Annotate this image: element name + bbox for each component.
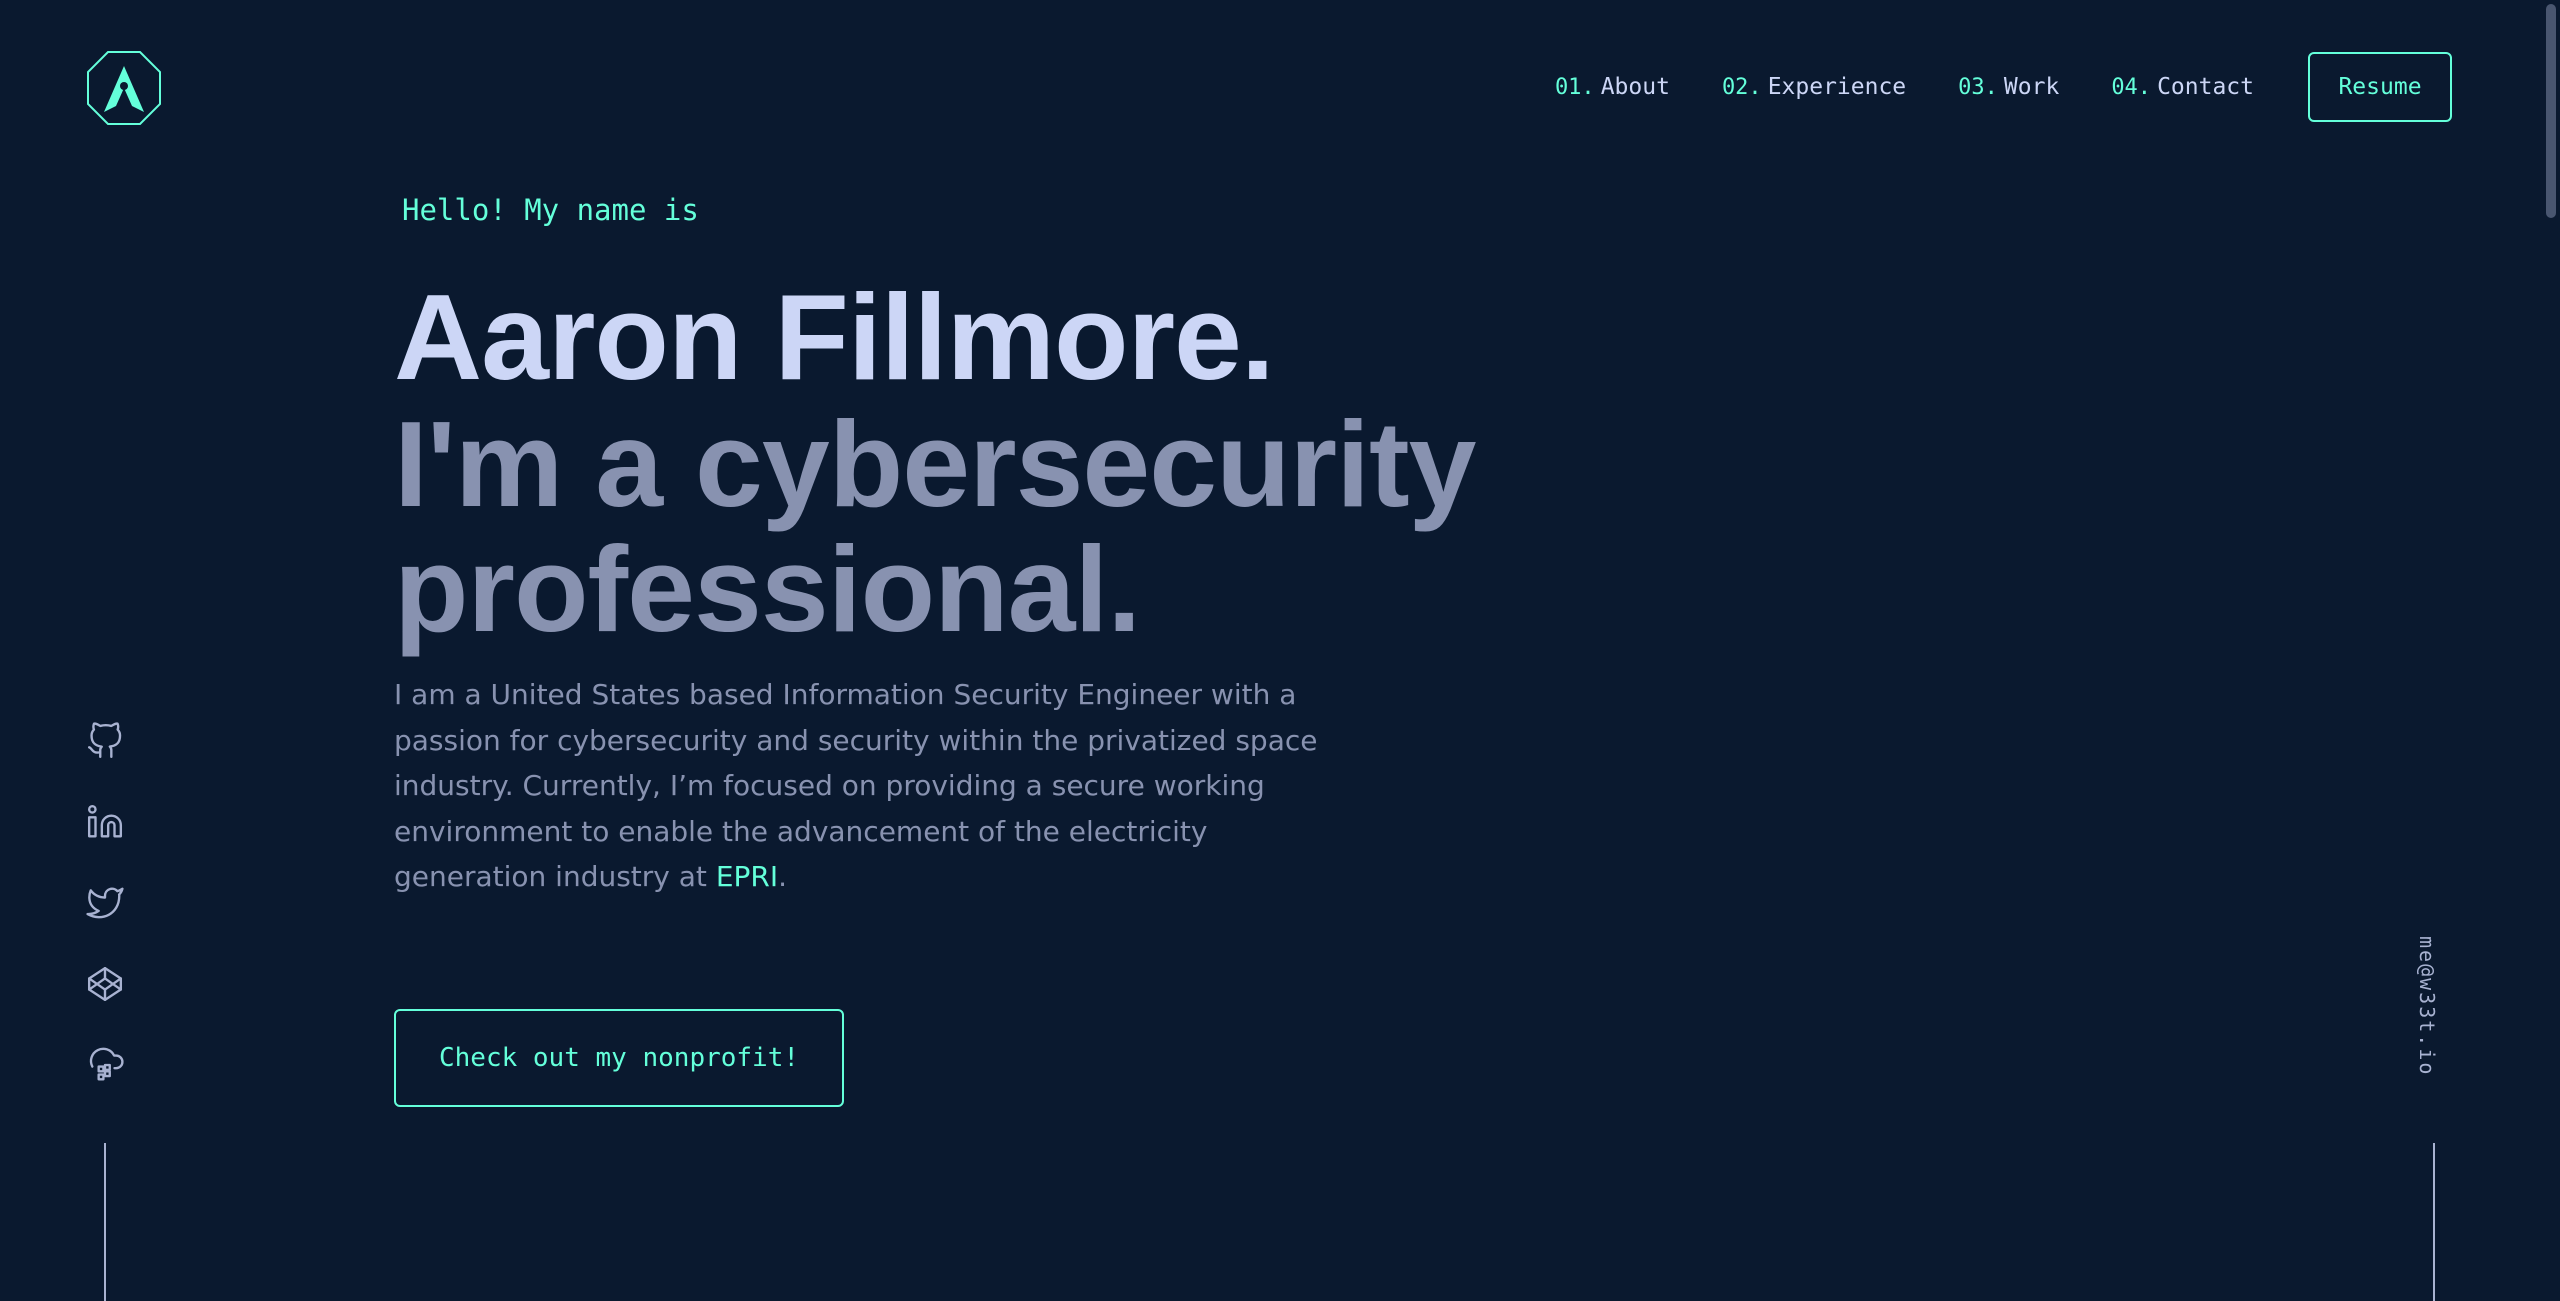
nav-label: About (1600, 74, 1670, 100)
hero-greeting: Hello! My name is (402, 193, 699, 227)
bio-text: I am a United States based Information S… (394, 678, 1318, 893)
hero-name: Aaron Fillmore. (394, 269, 1275, 405)
nav-link-experience[interactable]: 02. Experience (1722, 74, 1906, 100)
nav-number: 04. (2111, 75, 2152, 100)
hero-bio: I am a United States based Information S… (394, 672, 1354, 900)
social-links (84, 720, 126, 1125)
left-divider-line (104, 1143, 106, 1301)
hero-tagline: I'm a cybersecurity professional. (394, 396, 1477, 657)
twitter-link[interactable] (84, 882, 126, 924)
github-link[interactable] (84, 720, 126, 762)
bio-end: . (778, 860, 788, 893)
github-icon (87, 722, 122, 759)
page: 01. About 02. Experience 03. Work 04. Co… (0, 0, 2560, 1301)
nav-link-work[interactable]: 03. Work (1958, 74, 2059, 100)
nav-label: Contact (2157, 74, 2254, 100)
email-link[interactable]: me@w33t.io (2415, 936, 2439, 1076)
logo-icon (87, 51, 161, 125)
linkedin-link[interactable] (84, 801, 126, 843)
nav-link-contact[interactable]: 04. Contact (2111, 74, 2254, 100)
right-divider-line (2433, 1143, 2435, 1301)
nav-label: Work (2003, 74, 2060, 100)
twitter-icon (86, 887, 124, 919)
nonprofit-button[interactable]: Check out my nonprofit! (394, 1009, 844, 1107)
cloud-link[interactable] (84, 1044, 126, 1086)
logo[interactable] (86, 50, 162, 126)
top-nav: 01. About 02. Experience 03. Work 04. Co… (1503, 52, 2452, 122)
codepen-icon (87, 966, 123, 1002)
nav-link-about[interactable]: 01. About (1555, 74, 1670, 100)
codepen-link[interactable] (84, 963, 126, 1005)
epri-link[interactable]: EPRI (716, 860, 778, 893)
hero-section: Hello! My name is Aaron Fillmore. I'm a … (394, 190, 1594, 900)
nav-number: 02. (1721, 75, 1762, 100)
nav-number: 03. (1958, 75, 1998, 100)
scrollbar[interactable] (2543, 0, 2560, 1301)
cloud-icon (89, 1047, 124, 1081)
linkedin-icon (87, 804, 123, 838)
resume-button[interactable]: Resume (2308, 52, 2452, 122)
scrollbar-thumb[interactable] (2546, 4, 2556, 218)
nav-number: 01. (1554, 75, 1595, 100)
nav-label: Experience (1767, 74, 1907, 100)
